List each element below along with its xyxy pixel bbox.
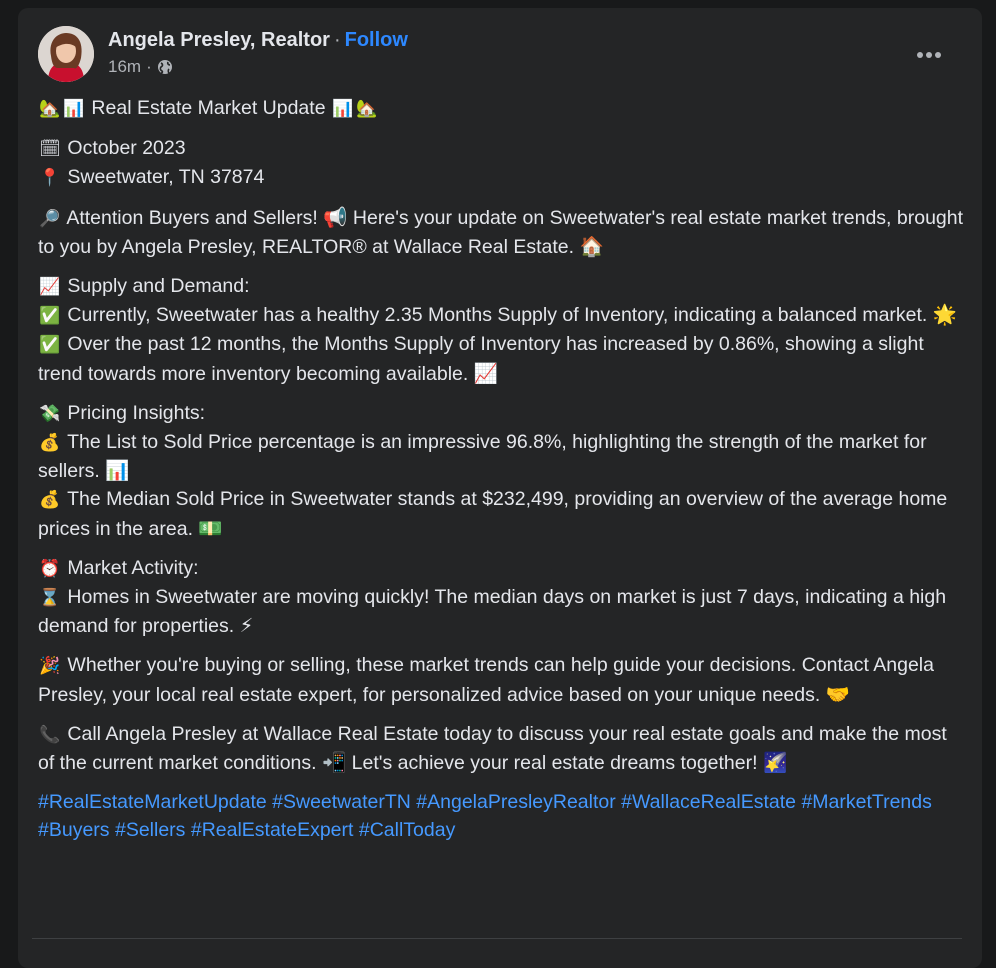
chart-icon: 📊 [63, 99, 85, 119]
checkmark-icon: ✅ [39, 306, 61, 327]
hashtag-link[interactable]: #Buyers [38, 819, 110, 841]
pricing-item-1: The List to Sold Price percentage is an … [38, 431, 927, 483]
intro-paragraph: 🔎 Attention Buyers and Sellers! 📢 Here's… [38, 204, 968, 261]
avatar[interactable] [38, 26, 94, 82]
intro-text: Attention Buyers and Sellers! 📢 Here's y… [38, 206, 964, 258]
supply-heading: Supply and Demand: [67, 275, 250, 298]
hashtag-link[interactable]: #CallToday [359, 819, 455, 841]
pricing-paragraph: 💸 Pricing Insights: 💰 The List to Sold P… [38, 399, 968, 543]
activity-heading: Market Activity: [67, 556, 199, 579]
hashtag-link[interactable]: #MarketTrends [801, 791, 931, 813]
calendar-icon: 🗓 [39, 139, 61, 160]
activity-item-1: Homes in Sweetwater are moving quickly! … [38, 586, 947, 638]
money-wings-icon: 💸 [39, 403, 61, 424]
pricing-heading: Pricing Insights: [67, 401, 206, 424]
post-timestamp[interactable]: 16m [108, 57, 141, 77]
follow-button[interactable]: Follow [345, 29, 408, 51]
supply-item-1: Currently, Sweetwater has a healthy 2.35… [67, 304, 958, 327]
hashtag-link[interactable]: #Sellers [115, 819, 185, 841]
pin-icon: 📍 [39, 168, 61, 189]
pricing-item-2: The Median Sold Price in Sweetwater stan… [38, 488, 948, 540]
money-bag-icon: 💰 [39, 490, 61, 511]
title-paragraph: 🏡 📊 Real Estate Market Update 📊 🏡 [38, 94, 968, 123]
avatar-image [38, 26, 94, 82]
closing-paragraph-2: 📞 Call Angela Presley at Wallace Real Es… [38, 720, 968, 777]
hashtag-link[interactable]: #RealEstateExpert [191, 819, 354, 841]
globe-icon [157, 60, 172, 74]
house-icon: 🏡 [39, 99, 61, 119]
house-icon: 🏡 [356, 99, 378, 119]
closing-text-1: Whether you're buying or selling, these … [38, 654, 934, 706]
hashtags: #RealEstateMarketUpdate #SweetwaterTN #A… [38, 788, 968, 844]
hashtag-link[interactable]: #WallaceRealEstate [621, 791, 796, 813]
alarm-clock-icon: ⏰ [39, 558, 61, 579]
more-options-icon[interactable] [912, 38, 946, 72]
name-separator: · [333, 29, 341, 51]
closing-paragraph-1: 🎉 Whether you're buying or selling, thes… [38, 651, 968, 708]
post-meta: 16m · [108, 57, 173, 77]
hourglass-icon: ⌛ [39, 588, 61, 609]
author-row: Angela Presley, Realtor · Follow [108, 26, 408, 54]
hashtag-link[interactable]: #AngelaPresleyRealtor [416, 791, 615, 813]
supply-item-2: Over the past 12 months, the Months Supp… [38, 333, 924, 385]
checkmark-icon: ✅ [39, 335, 61, 356]
post-header: Angela Presley, Realtor · Follow 16m · [38, 26, 962, 90]
hashtag-link[interactable]: #RealEstateMarketUpdate [38, 791, 267, 813]
closing-text-2: Call Angela Presley at Wallace Real Esta… [38, 722, 947, 775]
author-name[interactable]: Angela Presley, Realtor [108, 29, 330, 51]
trend-up-icon: 📈 [39, 277, 61, 298]
magnifier-icon: 🔎 [39, 208, 61, 229]
telephone-icon: 📞 [39, 724, 61, 745]
hashtag-link[interactable]: #SweetwaterTN [272, 791, 411, 813]
chart-icon: 📊 [332, 99, 354, 119]
money-bag-icon: 💰 [39, 433, 61, 454]
post-divider [32, 938, 962, 939]
supply-paragraph: 📈 Supply and Demand: ✅ Currently, Sweetw… [38, 272, 968, 388]
post-card: Angela Presley, Realtor · Follow 16m · 🏡 📊 … [18, 8, 982, 968]
post-title: Real Estate Market Update [91, 97, 326, 119]
post-body: 🏡 📊 Real Estate Market Update 📊 🏡 🗓 Octobe… [38, 94, 968, 856]
post-date: October 2023 [67, 137, 186, 160]
party-popper-icon: 🎉 [39, 656, 61, 677]
date-location-paragraph: 🗓 October 2023 📍 Sweetwater, TN 37874 [38, 134, 968, 192]
meta-separator: · [146, 57, 152, 76]
post-location: Sweetwater, TN 37874 [67, 166, 265, 189]
activity-paragraph: ⏰ Market Activity: ⌛ Homes in Sweetwater… [38, 554, 968, 641]
